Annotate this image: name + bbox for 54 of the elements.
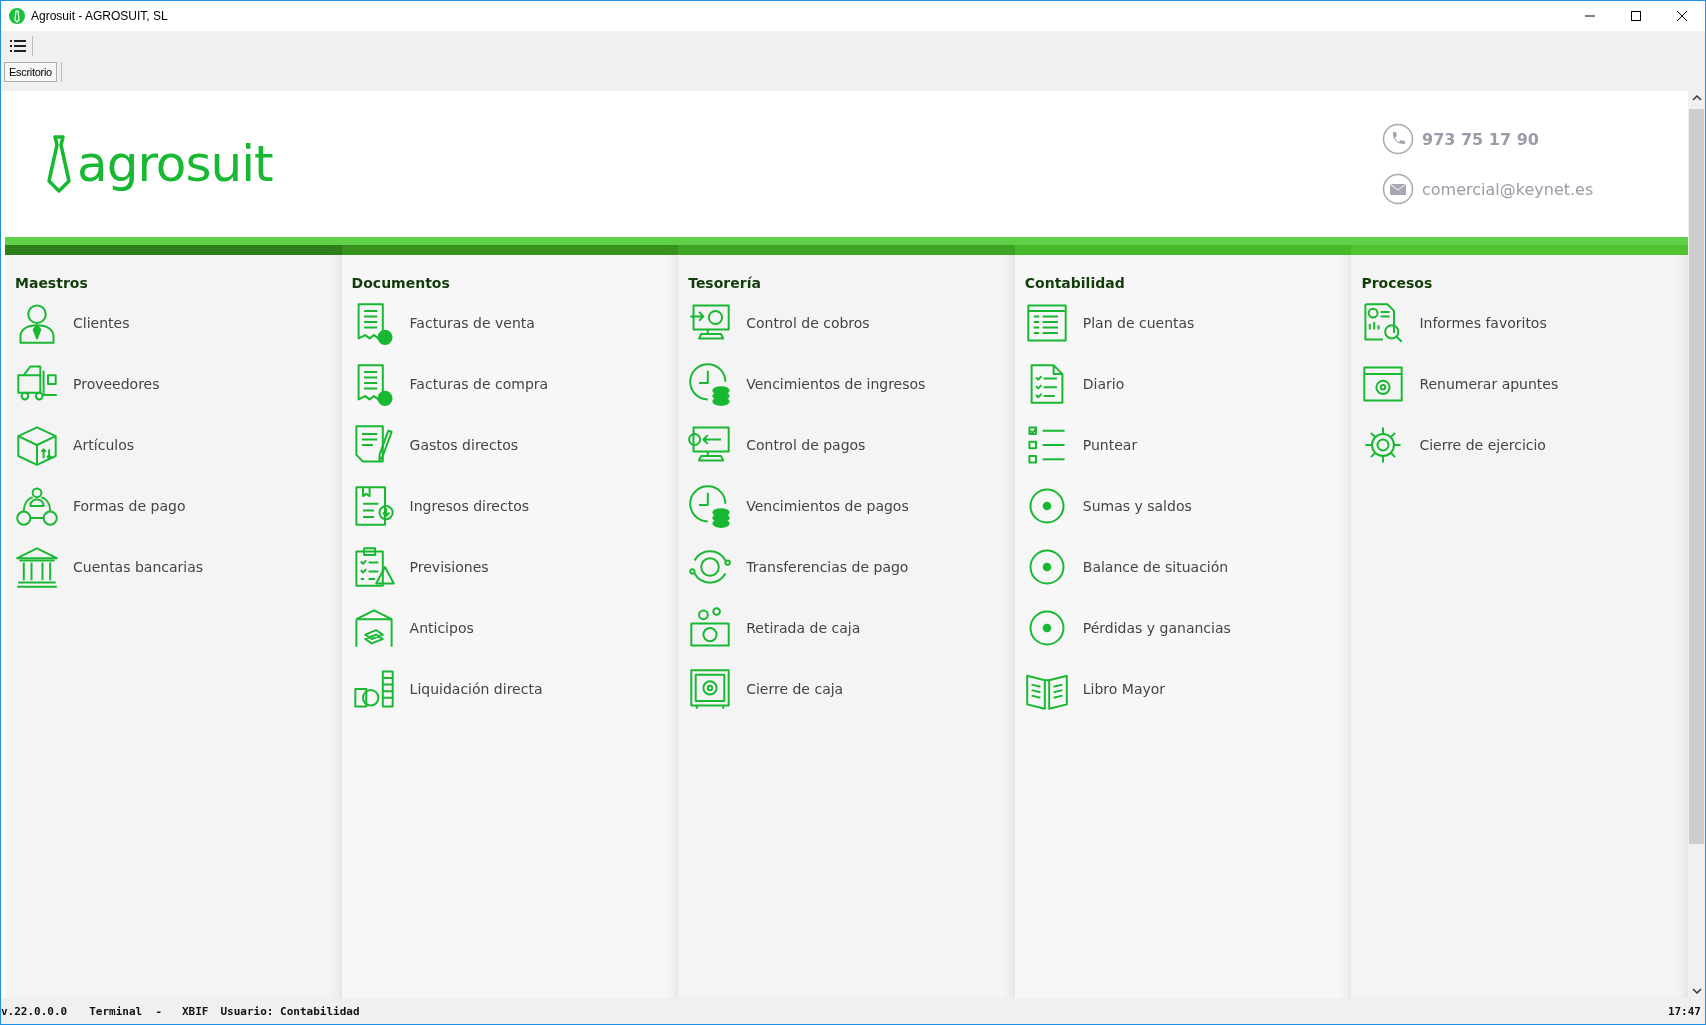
menu-item[interactable]: Pérdidas y ganancias bbox=[1024, 606, 1352, 650]
menu-item[interactable]: Cierre de ejercicio bbox=[1361, 423, 1688, 467]
menu-item[interactable]: Facturas de venta bbox=[351, 301, 679, 345]
menu-item[interactable]: Diario bbox=[1024, 362, 1352, 406]
clock-coins-icon bbox=[688, 484, 733, 528]
tab[interactable]: Escritorio bbox=[4, 62, 57, 82]
safe-icon bbox=[688, 667, 733, 711]
menu-item[interactable]: Proveedores bbox=[15, 362, 342, 406]
menu-item[interactable]: Ingresos directos bbox=[351, 484, 679, 528]
app-logo-icon bbox=[9, 8, 25, 24]
bank-icon bbox=[15, 545, 59, 589]
menu-item[interactable]: Liquidación directa bbox=[351, 667, 679, 711]
menu-item[interactable]: Control de pagos bbox=[688, 423, 1015, 467]
menu-item[interactable]: Artículos bbox=[15, 423, 342, 467]
menu-item[interactable]: Libro Mayor bbox=[1024, 667, 1352, 711]
section-heading: Contabilidad bbox=[1024, 275, 1126, 291]
menu-item[interactable]: Balance de situación bbox=[1024, 545, 1352, 589]
ledger-icon bbox=[1024, 301, 1069, 345]
menu-item[interactable]: Retirada de caja bbox=[688, 606, 1015, 650]
scrollbar-thumb[interactable] bbox=[1689, 109, 1704, 844]
menu-item[interactable]: Facturas de compra bbox=[351, 362, 679, 406]
tie-icon bbox=[45, 134, 73, 194]
menu-icon[interactable] bbox=[10, 40, 26, 52]
window-title: Agrosuit - AGROSUIT, SL bbox=[31, 9, 169, 23]
terminal-label: Terminal - XBIF bbox=[89, 1004, 209, 1018]
section-heading: Procesos bbox=[1361, 275, 1434, 291]
menu-item[interactable]: Clientes bbox=[15, 301, 342, 345]
user-label: Usuario: Contabilidad bbox=[220, 1004, 360, 1018]
clock-time: 17:47 bbox=[1667, 1004, 1701, 1018]
cash-icon bbox=[688, 606, 733, 650]
menu-item[interactable]: Formas de pago bbox=[15, 484, 342, 528]
logo-text: agrosuit bbox=[77, 135, 273, 193]
menu-item[interactable]: Vencimientos de ingresos bbox=[688, 362, 1015, 406]
version-label: v.22.0.0.0 bbox=[1, 1004, 68, 1018]
section-heading: Documentos bbox=[351, 275, 451, 291]
menu-item[interactable]: Gastos directos bbox=[351, 423, 679, 467]
menu-item[interactable]: Anticipos bbox=[351, 606, 679, 650]
menu-item[interactable]: Previsiones bbox=[351, 545, 679, 589]
menu-item[interactable]: Cierre de caja bbox=[688, 667, 1015, 711]
menu-item[interactable]: Vencimientos de pagos bbox=[688, 484, 1015, 528]
menu-item[interactable]: Cuentas bancarias bbox=[15, 545, 342, 589]
menu-item[interactable]: Plan de cuentas bbox=[1024, 301, 1352, 345]
section-heading: Tesorería bbox=[688, 275, 762, 291]
menu-item[interactable]: Informes favoritos bbox=[1361, 301, 1688, 345]
menu-item[interactable]: Control de cobros bbox=[688, 301, 1015, 345]
menu-item[interactable]: Transferencias de pago bbox=[688, 545, 1015, 589]
section-heading: Maestros bbox=[15, 275, 89, 291]
phone-number: 973 75 17 90 bbox=[1422, 129, 1539, 149]
menu-item[interactable]: Sumas y saldos bbox=[1024, 484, 1352, 528]
mail-icon bbox=[1382, 173, 1414, 205]
clock-coins-icon bbox=[688, 362, 733, 406]
menu-item[interactable]: Puntear bbox=[1024, 423, 1352, 467]
menu-item[interactable]: Renumerar apuntes bbox=[1361, 362, 1688, 406]
phone-icon bbox=[1382, 123, 1414, 155]
